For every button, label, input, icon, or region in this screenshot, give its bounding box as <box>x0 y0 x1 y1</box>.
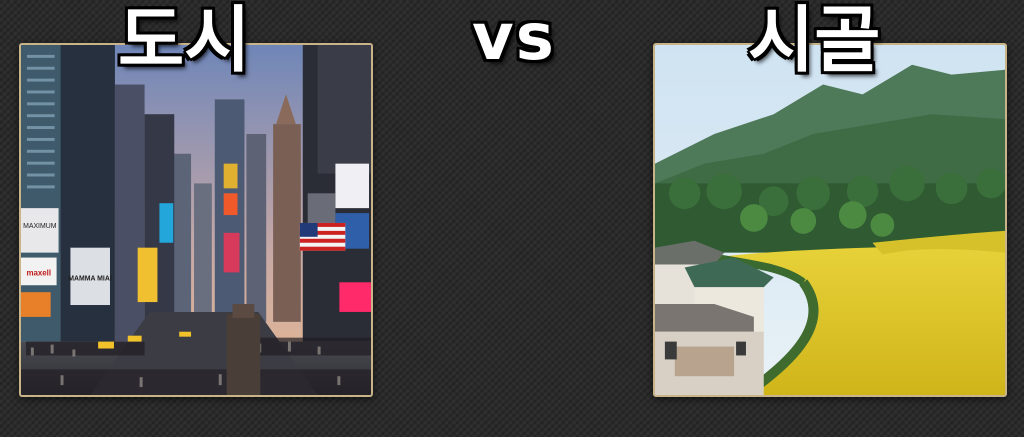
maxell-sign: maxell <box>27 268 52 277</box>
countryside-photo <box>653 43 1007 397</box>
vs-label: vs <box>472 1 556 75</box>
mamma-mia-sign: MAMMA MIA! <box>68 275 112 282</box>
city-scene-illustration: MAXIMUM maxell MAMMA MIA! <box>21 45 371 395</box>
flag-icon <box>299 222 346 251</box>
city-photo: MAXIMUM maxell MAMMA MIA! <box>19 43 373 397</box>
maximum-sign: MAXIMUM <box>23 223 57 230</box>
city-title: 도시 <box>118 0 251 82</box>
countryside-scene-illustration <box>655 45 1005 395</box>
countryside-title: 시골 <box>748 0 881 82</box>
